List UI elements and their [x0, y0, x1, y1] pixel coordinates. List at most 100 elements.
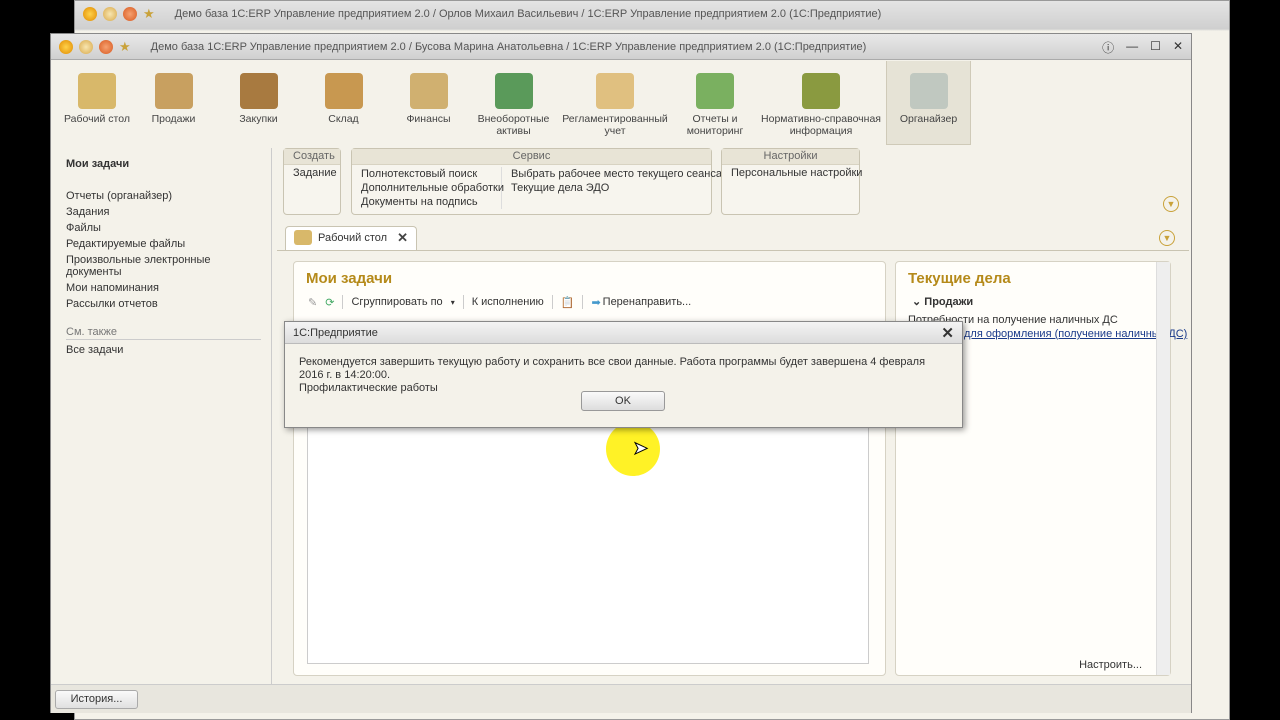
section-1[interactable]: Продажи	[131, 61, 216, 145]
menu-icon[interactable]	[103, 7, 117, 21]
section-label: Внеоборотные активы	[477, 113, 550, 137]
my-tasks-title: Мои задачи	[306, 270, 393, 287]
settings-group-title: Настройки	[722, 149, 859, 165]
minimize-icon[interactable]: —	[1126, 39, 1138, 56]
section-label: Рабочий стол	[64, 113, 130, 125]
see-also-heading: См. также	[66, 326, 261, 340]
back-window-titlebar: ★ Демо база 1С:ERP Управление предприяти…	[75, 1, 1229, 27]
app-logo-icon	[83, 7, 97, 21]
current-tasks-title: Текущие дела	[908, 270, 1011, 287]
section-label: Органайзер	[899, 113, 958, 125]
edit-icon[interactable]: ✎	[308, 296, 317, 309]
nav-item[interactable]: Произвольные электронные документы	[56, 252, 271, 280]
create-group-title: Создать	[284, 149, 340, 165]
ok-button[interactable]: OK	[581, 391, 665, 411]
dialog-title: 1С:Предприятие	[285, 322, 962, 344]
additional-processing-command[interactable]: Дополнительные обработки	[352, 181, 504, 195]
settings-group: Настройки Персональные настройки	[721, 148, 862, 215]
section-icon	[409, 73, 448, 109]
history-icon[interactable]	[123, 7, 137, 21]
redirect-button[interactable]: Перенаправить...	[603, 296, 692, 308]
dialog-close-icon[interactable]: ✕	[941, 324, 954, 342]
menu-icon[interactable]	[79, 39, 93, 54]
tab-label: Рабочий стол	[318, 232, 388, 244]
section-icon	[696, 73, 734, 109]
create-task-command[interactable]: Задание	[284, 165, 340, 180]
section-label: Склад	[328, 113, 359, 125]
star-icon[interactable]: ★	[143, 6, 155, 22]
edo-tasks-command[interactable]: Текущие дела ЭДО	[502, 181, 731, 195]
section-0[interactable]: Рабочий стол	[63, 61, 131, 145]
configure-link[interactable]: Настроить...	[1079, 659, 1142, 671]
select-workplace-command[interactable]: Выбрать рабочее место текущего сеанса	[502, 167, 731, 181]
section-icon	[802, 73, 840, 109]
main-window-titlebar: ★ Демо база 1С:ERP Управление предприяти…	[51, 34, 1191, 60]
section-2[interactable]: Закупки	[216, 61, 301, 145]
section-icon	[909, 73, 948, 109]
create-group: Создать Задание	[283, 148, 341, 215]
nav-item[interactable]: Рассылки отчетов	[56, 296, 271, 312]
section-5[interactable]: Внеоборотные активы	[471, 61, 556, 145]
tab-desktop[interactable]: Рабочий стол ✕	[285, 226, 417, 250]
info-icon[interactable]: ⓘ	[1102, 39, 1114, 56]
section-4[interactable]: Финансы	[386, 61, 471, 145]
section-7[interactable]: Отчеты и мониторинг	[674, 61, 756, 145]
nav-item[interactable]: Мои напоминания	[56, 280, 271, 296]
close-tab-icon[interactable]: ✕	[397, 230, 408, 246]
maximize-icon[interactable]: ☐	[1150, 39, 1161, 56]
sections-panel: Рабочий стол Продажи Закупки Склад Финансы Вн…	[51, 61, 1191, 145]
history-icon[interactable]	[99, 39, 113, 54]
section-8[interactable]: Нормативно-справочная информация	[756, 61, 886, 145]
section-icon	[239, 73, 278, 109]
section-icon	[154, 73, 193, 109]
star-icon[interactable]: ★	[119, 39, 131, 55]
desktop-icon	[294, 230, 312, 245]
documents-to-sign-command[interactable]: Документы на подпись	[352, 195, 501, 209]
my-tasks-toolbar: ✎ ⟳ Сгруппировать по ▾ К исполнению 📋 ➡ П…	[308, 295, 692, 309]
fulltext-search-command[interactable]: Полнотекстовый поиск	[352, 167, 501, 181]
section-3[interactable]: Склад	[301, 61, 386, 145]
nav-item[interactable]: Файлы	[56, 220, 271, 236]
section-label: Продажи	[151, 113, 196, 125]
section-icon	[596, 73, 634, 109]
expand-icon[interactable]: ▼	[1163, 196, 1179, 212]
dialog-message: Рекомендуется завершить текущую работу и…	[299, 356, 926, 381]
mouse-cursor-icon: ➤	[632, 438, 649, 459]
sales-group-label: Продажи	[924, 296, 974, 308]
clipboard-check-icon[interactable]: 📋	[561, 296, 575, 309]
redirect-icon[interactable]: ➡	[591, 296, 600, 309]
collapse-icon[interactable]: ⌄	[912, 296, 921, 308]
section-label: Закупки	[239, 113, 278, 125]
section-icon	[324, 73, 363, 109]
section-6[interactable]: Регламентированный учет	[556, 61, 674, 145]
desktop-content: Мои задачи ✎ ⟳ Сгруппировать по ▾ К испол…	[277, 250, 1189, 684]
section-label: Отчеты и мониторинг	[686, 113, 744, 137]
group-by-button[interactable]: Сгруппировать по	[351, 296, 442, 308]
personal-settings-command[interactable]: Персональные настройки	[722, 165, 862, 180]
nav-item[interactable]: Задания	[56, 204, 271, 220]
service-group: Сервис Полнотекстовый поиск Дополнительн…	[351, 148, 722, 215]
section-9[interactable]: Органайзер	[886, 61, 971, 145]
to-execute-button[interactable]: К исполнению	[472, 296, 544, 308]
sales-group[interactable]: ⌄ Продажи	[896, 295, 1170, 308]
back-window-title: Демо база 1С:ERP Управление предприятием…	[174, 8, 882, 20]
section-label: Нормативно-справочная информация	[761, 113, 881, 137]
status-bar: История...	[51, 684, 1191, 713]
close-icon[interactable]: ✕	[1173, 39, 1183, 56]
tab-menu-icon[interactable]: ▼	[1159, 230, 1175, 246]
section-label: Регламентированный учет	[562, 113, 668, 137]
scrollbar[interactable]	[1156, 262, 1170, 675]
section-icon	[78, 73, 116, 109]
section-icon	[494, 73, 533, 109]
nav-item-all-tasks[interactable]: Все задачи	[56, 342, 271, 358]
refresh-icon[interactable]: ⟳	[325, 296, 334, 309]
section-label: Финансы	[406, 113, 451, 125]
app-logo-icon	[59, 39, 73, 54]
navigation-panel: Мои задачи Отчеты (органайзер) Задания Ф…	[56, 148, 272, 684]
nav-item[interactable]: Отчеты (органайзер)	[56, 188, 271, 204]
nav-item[interactable]: Редактируемые файлы	[56, 236, 271, 252]
history-button[interactable]: История...	[55, 690, 138, 709]
nav-title: Мои задачи	[66, 158, 130, 170]
service-group-title: Сервис	[352, 149, 711, 165]
shutdown-dialog: 1С:Предприятие ✕ Рекомендуется завершить…	[284, 321, 963, 428]
